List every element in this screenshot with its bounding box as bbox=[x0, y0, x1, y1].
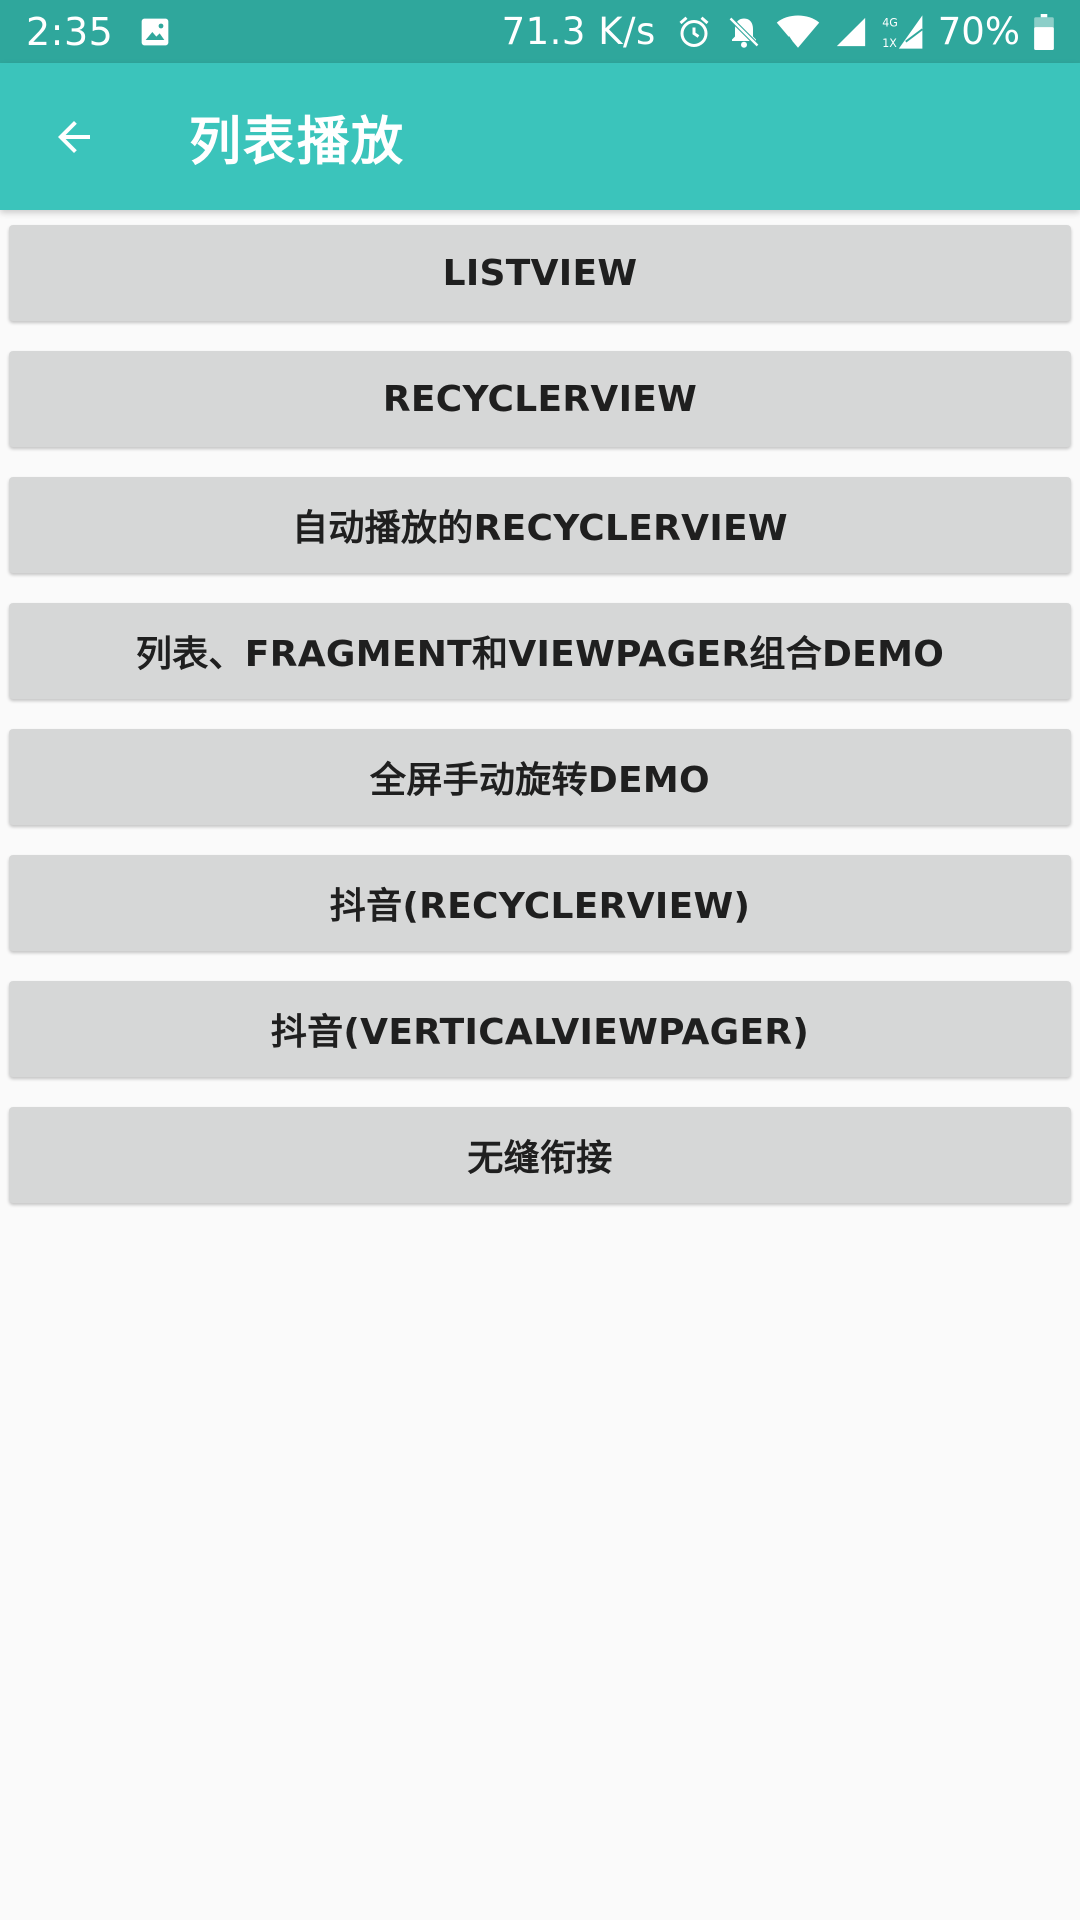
image-icon bbox=[139, 16, 171, 48]
status-time: 2:35 bbox=[26, 9, 114, 54]
battery-icon bbox=[1034, 13, 1054, 50]
battery-percent: 70% bbox=[937, 10, 1020, 53]
wifi-icon bbox=[776, 14, 820, 50]
douyin-verticalviewpager-button[interactable]: 抖音(VERTICALVIEWPAGER) bbox=[9, 981, 1071, 1077]
listview-button[interactable]: LISTVIEW bbox=[9, 225, 1071, 321]
douyin-recyclerview-button[interactable]: 抖音(RECYCLERVIEW) bbox=[9, 855, 1071, 951]
status-bar: 2:35 71.3 K/s 4G 1X 70% bbox=[0, 0, 1080, 63]
signal-icon bbox=[834, 15, 868, 49]
status-left: 2:35 bbox=[26, 13, 171, 51]
seamless-button[interactable]: 无缝衔接 bbox=[9, 1107, 1071, 1203]
signal-4g-icon: 4G 1X bbox=[882, 14, 924, 50]
recyclerview-button[interactable]: RECYCLERVIEW bbox=[9, 351, 1071, 447]
svg-text:4G: 4G bbox=[882, 16, 898, 29]
arrow-back-icon bbox=[50, 113, 98, 161]
fragment-viewpager-demo-button[interactable]: 列表、FRAGMENT和VIEWPAGER组合DEMO bbox=[9, 603, 1071, 699]
page-title: 列表播放 bbox=[189, 112, 406, 172]
autoplay-recyclerview-button[interactable]: 自动播放的RECYCLERVIEW bbox=[9, 477, 1071, 573]
status-right: 71.3 K/s 4G 1X 70% bbox=[502, 13, 1054, 50]
alarm-icon bbox=[676, 14, 712, 50]
back-button[interactable] bbox=[42, 105, 106, 169]
notifications-off-icon bbox=[726, 14, 762, 50]
app-bar: 列表播放 bbox=[0, 63, 1080, 210]
fullscreen-rotate-demo-button[interactable]: 全屏手动旋转DEMO bbox=[9, 729, 1071, 825]
svg-text:1X: 1X bbox=[882, 37, 897, 50]
net-speed: 71.3 K/s bbox=[501, 10, 656, 53]
